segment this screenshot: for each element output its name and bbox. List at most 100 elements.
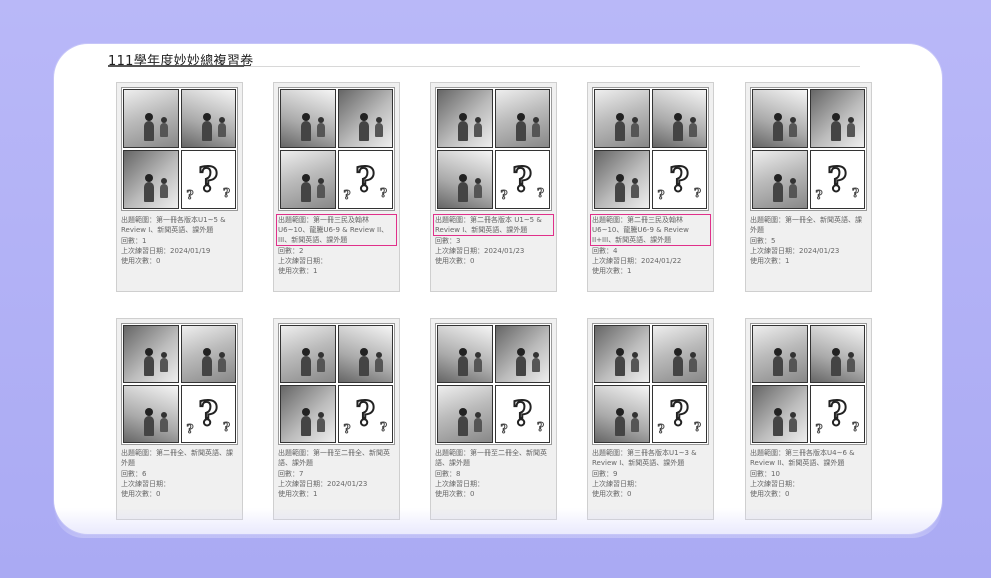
comic-panel	[437, 150, 493, 209]
count-label: 回數：	[121, 470, 142, 478]
comic-panel	[180, 89, 236, 148]
figure-illustration	[374, 352, 383, 372]
figure-illustration	[301, 113, 312, 141]
uses-label: 使用次數：	[592, 267, 627, 275]
figure-illustration	[672, 348, 683, 376]
exam-card[interactable]: ??? 出題範圍：第三冊各版本U4~6 & Review II、新聞英語、課外題回…	[745, 318, 872, 520]
comic-panel	[594, 150, 650, 209]
count-value: 1	[142, 237, 147, 245]
range-line: 出題範圍：第一冊三民及翰林U6~10、龍騰U6-9 & Review II、II…	[276, 214, 397, 246]
comic-strip-icon[interactable]: ???	[278, 87, 395, 211]
exam-card[interactable]: ??? 出題範圍：第一冊至二冊全、新聞英語、課外題 回數：7 上次練習日期：2024/…	[273, 318, 400, 520]
range-line: 出題範圍：第一冊各版本U1~5 & Review I、新聞英語、課外題	[119, 214, 240, 236]
figure-illustration	[474, 412, 483, 432]
figure-illustration	[374, 117, 383, 137]
question-mark-icon: ???	[651, 150, 707, 209]
exam-card[interactable]: ??? 出題範圍：第二冊全、新聞英語、課外題 回數：6 上次練習日期： 使用次數：0	[116, 318, 243, 520]
uses-line: 使用次數：1	[592, 266, 711, 276]
uses-value: 0	[156, 257, 161, 265]
figure-illustration	[773, 174, 784, 202]
count-label: 回數：	[435, 237, 456, 245]
range-label: 出題範圍：	[592, 216, 627, 224]
figure-illustration	[515, 113, 526, 141]
uses-value: 1	[313, 267, 318, 275]
exam-card[interactable]: ??? 出題範圍：第一冊各版本U1~5 & Review I、新聞英語、課外題 回數…	[116, 82, 243, 292]
figure-illustration	[201, 113, 212, 141]
uses-label: 使用次數：	[435, 257, 470, 265]
count-line: 回數：4	[592, 246, 711, 256]
comic-panel	[437, 325, 493, 383]
uses-value: 1	[313, 490, 318, 498]
question-mark-icon: ???	[651, 385, 707, 443]
comic-strip-icon[interactable]: ???	[121, 323, 238, 445]
exam-card[interactable]: ??? 出題範圍：第一冊三民及翰林U6~10、龍騰U6-9 & Review II…	[273, 82, 400, 292]
comic-strip-icon[interactable]: ???	[121, 87, 238, 211]
exam-card[interactable]: ??? 出題範圍：第二冊三民及翰林U6~10、龍騰U6-9 & Review II…	[587, 82, 714, 292]
uses-label: 使用次數：	[592, 490, 627, 498]
uses-label: 使用次數：	[121, 490, 156, 498]
uses-label: 使用次數：	[278, 490, 313, 498]
exam-card[interactable]: ??? 出題範圍：第一冊至二冊全、新聞英語、課外題 回數：8 上次練習日期： 使用次數：…	[430, 318, 557, 520]
range-label: 出題範圍：	[435, 216, 470, 224]
card-info: 出題範圍：第一冊各版本U1~5 & Review I、新聞英語、課外題 回數：1 上…	[121, 214, 240, 266]
uses-label: 使用次數：	[435, 490, 470, 498]
range-label: 出題範圍：	[278, 216, 313, 224]
last-date-value: 2024/01/23	[799, 247, 840, 255]
comic-panel	[594, 325, 650, 383]
last-label: 上次練習日期：	[435, 247, 484, 255]
comic-panel	[752, 325, 808, 383]
card-info: 出題範圍：第二冊各版本 U1~5 & Review I、新聞英語、課外題 回數：3…	[433, 214, 554, 266]
last-label: 上次練習日期：	[278, 257, 327, 265]
figure-illustration	[144, 408, 155, 436]
comic-panel	[594, 89, 650, 148]
comic-strip-icon[interactable]: ???	[750, 323, 867, 445]
uses-value: 1	[627, 267, 632, 275]
uses-label: 使用次數：	[750, 257, 785, 265]
figure-illustration	[672, 113, 683, 141]
uses-line: 使用次數：0	[121, 489, 240, 499]
comic-strip-icon[interactable]: ???	[278, 323, 395, 445]
comic-panel	[494, 89, 550, 148]
range-label: 出題範圍：	[278, 449, 313, 457]
count-line: 回數：5	[750, 236, 869, 246]
count-value: 3	[456, 237, 461, 245]
figure-illustration	[615, 174, 626, 202]
comic-panel	[123, 89, 179, 148]
count-line: 回數：6	[121, 469, 240, 479]
exam-card[interactable]: ??? 出題範圍：第一冊全、新聞英語、課外題 回數：5 上次練習日期：2024/01/…	[745, 82, 872, 292]
figure-illustration	[160, 412, 169, 432]
range-label: 出題範圍：	[435, 449, 470, 457]
figure-illustration	[615, 348, 626, 376]
exam-card[interactable]: ??? 出題範圍：第二冊各版本 U1~5 & Review I、新聞英語、課外題回…	[430, 82, 557, 292]
range-line: 出題範圍：第一冊全、新聞英語、課外題	[748, 214, 869, 236]
uses-value: 0	[627, 490, 632, 498]
figure-illustration	[846, 117, 855, 137]
last-label: 上次練習日期：	[592, 257, 641, 265]
figure-illustration	[830, 113, 841, 141]
figure-illustration	[160, 117, 169, 137]
figure-illustration	[773, 348, 784, 376]
figure-illustration	[688, 352, 697, 372]
last-line: 上次練習日期：2024/01/19	[121, 246, 240, 256]
figure-illustration	[631, 117, 640, 137]
comic-strip-icon[interactable]: ???	[592, 323, 709, 445]
range-line: 出題範圍：第三冊各版本U4~6 & Review II、新聞英語、課外題	[748, 447, 869, 469]
last-label: 上次練習日期：	[435, 480, 484, 488]
figure-illustration	[688, 117, 697, 137]
comic-strip-icon[interactable]: ???	[750, 87, 867, 211]
last-line: 上次練習日期：	[121, 479, 240, 489]
comic-strip-icon[interactable]: ???	[435, 87, 552, 211]
last-date-value: 2024/01/23	[327, 480, 368, 488]
uses-line: 使用次數：0	[121, 256, 240, 266]
last-label: 上次練習日期：	[121, 480, 170, 488]
count-value: 4	[613, 247, 618, 255]
comic-strip-icon[interactable]: ???	[435, 323, 552, 445]
exam-card[interactable]: ??? 出題範圍：第三冊各版本U1~3 & Review I、新聞英語、課外題 回數…	[587, 318, 714, 520]
uses-value: 0	[156, 490, 161, 498]
comic-panel	[337, 325, 393, 383]
count-value: 2	[299, 247, 304, 255]
figure-illustration	[458, 113, 469, 141]
last-line: 上次練習日期：2024/01/23	[750, 246, 869, 256]
comic-strip-icon[interactable]: ???	[592, 87, 709, 211]
comic-panel	[123, 150, 179, 209]
